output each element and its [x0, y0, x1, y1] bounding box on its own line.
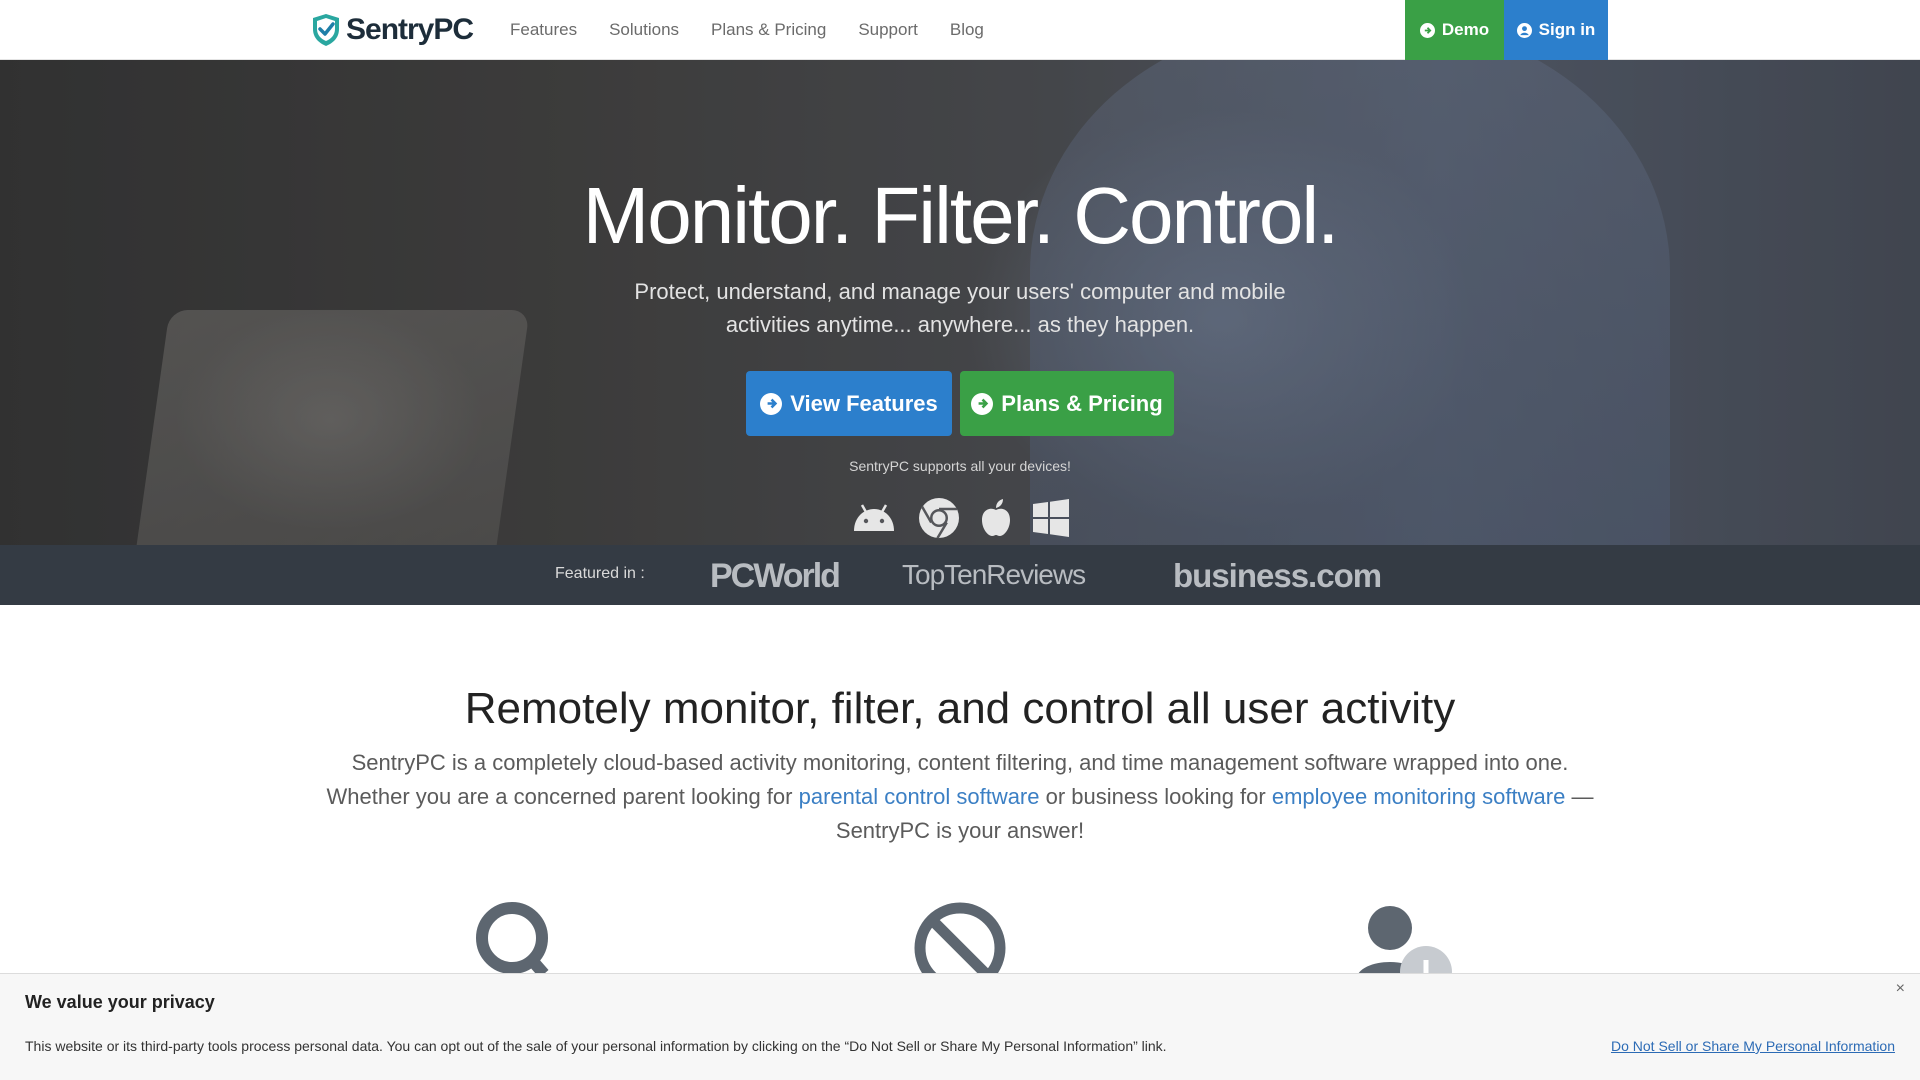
business-com-logo: business.com	[1173, 557, 1382, 594]
close-icon[interactable]: ×	[1896, 980, 1905, 998]
hero-subtitle: Protect, understand, and manage your use…	[634, 279, 1286, 337]
hero-section: Monitor. Filter. Control. Protect, under…	[0, 60, 1920, 545]
nav-blog[interactable]: Blog	[950, 20, 984, 40]
featured-in-strip: Featured in : PCWorld TopTenReviews busi…	[0, 545, 1920, 605]
view-features-label: View Features	[790, 390, 938, 416]
section-description: SentryPC is a completely cloud-based act…	[326, 750, 1594, 843]
demo-button[interactable]: Demo	[1405, 0, 1504, 60]
site-header: SentryPC Features Solutions Plans & Pric…	[0, 0, 1920, 60]
device-icons	[850, 496, 1070, 540]
sign-in-label: Sign in	[1538, 20, 1596, 39]
shield-check-icon	[313, 14, 339, 46]
nav-support[interactable]: Support	[858, 20, 918, 40]
privacy-title: We value your privacy	[25, 992, 215, 1012]
do-not-sell-link[interactable]: Do Not Sell or Share My Personal Informa…	[1611, 1038, 1895, 1054]
nav-plans-pricing[interactable]: Plans & Pricing	[711, 20, 826, 40]
section-title: Remotely monitor, filter, and control al…	[464, 684, 1456, 733]
arrow-right-circle-icon	[760, 392, 783, 415]
nav-solutions[interactable]: Solutions	[609, 20, 679, 40]
user-circle-icon	[1516, 22, 1532, 38]
windows-icon	[1032, 499, 1070, 537]
privacy-banner: We value your privacy This website or it…	[0, 973, 1920, 1080]
plans-pricing-button[interactable]: Plans & Pricing	[960, 371, 1174, 436]
view-features-button[interactable]: View Features	[746, 371, 952, 436]
main-nav: Features Solutions Plans & Pricing Suppo…	[510, 0, 984, 60]
toptenreviews-logo: TopTenReviews	[902, 559, 1086, 590]
chrome-icon	[917, 496, 961, 540]
logo-text: SentryPC	[346, 13, 474, 46]
sign-in-button[interactable]: Sign in	[1504, 0, 1608, 60]
employee-monitoring-link[interactable]: employee monitoring software	[1272, 784, 1565, 809]
hero-title: Monitor. Filter. Control.	[582, 171, 1340, 260]
supports-text: SentryPC supports all your devices!	[849, 458, 1071, 474]
arrow-right-circle-icon	[971, 392, 994, 415]
nav-features[interactable]: Features	[510, 20, 577, 40]
pcworld-logo: PCWorld	[710, 557, 841, 595]
apple-icon	[979, 498, 1013, 538]
plans-pricing-label: Plans & Pricing	[1001, 390, 1163, 416]
privacy-text: This website or its third-party tools pr…	[25, 1038, 1167, 1054]
parental-control-link[interactable]: parental control software	[799, 784, 1040, 809]
android-icon	[850, 503, 898, 533]
featured-in-label: Featured in :	[555, 565, 645, 582]
demo-label: Demo	[1441, 20, 1490, 39]
logo[interactable]: SentryPC	[310, 10, 474, 50]
arrow-right-circle-icon	[1419, 22, 1435, 38]
